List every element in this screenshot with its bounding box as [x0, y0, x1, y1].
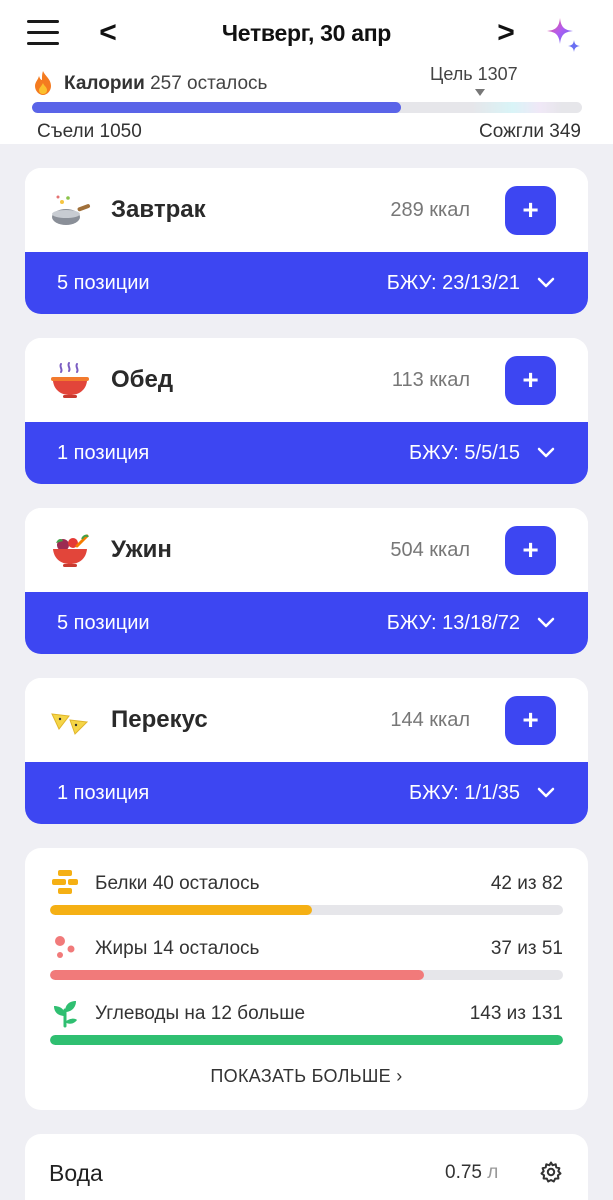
meal-header[interactable]: Обед 113 ккал + [25, 338, 588, 422]
macros-card: Белки 40 осталось 42 из 82 Жиры 14 остал… [25, 848, 588, 1110]
meal-kcal: 289 ккал [390, 199, 470, 221]
chevron-down-icon[interactable] [537, 614, 555, 632]
add-snack-button[interactable]: + [505, 696, 556, 745]
calories-remaining: Калории 257 осталось [64, 73, 267, 95]
sparkle-ai-icon[interactable] [543, 14, 583, 54]
previous-day-icon[interactable]: < [94, 18, 122, 48]
sprout-icon [50, 998, 80, 1028]
meal-card-dinner: Ужин 504 ккал + 5 позиции БЖУ: 13/18/72 [25, 508, 588, 654]
macro-progress-fill [50, 1035, 563, 1045]
flame-icon [32, 70, 54, 96]
meal-name: Перекус [111, 706, 208, 733]
meal-summary-bar[interactable]: 1 позиция БЖУ: 1/1/35 [25, 762, 588, 824]
meal-items-count: 1 позиция [57, 782, 150, 804]
goal-marker-icon [475, 89, 485, 96]
meal-name: Ужин [111, 536, 172, 563]
eaten-calories: Съели 1050 [37, 121, 142, 142]
meal-kcal: 113 ккал [391, 369, 470, 391]
meal-summary-bar[interactable]: 5 позиции БЖУ: 23/13/21 [25, 252, 588, 314]
meal-header[interactable]: Ужин 504 ккал + [25, 508, 588, 592]
macro-progress-fill [50, 905, 312, 915]
calories-remaining-value: 257 осталось [150, 73, 268, 94]
meal-card-snack: Перекус 144 ккал + 1 позиция БЖУ: 1/1/35 [25, 678, 588, 824]
macro-name: Углеводы на 12 больше [95, 1003, 306, 1024]
protein-icon [50, 868, 80, 898]
macro-name: Белки 40 осталось [95, 873, 260, 894]
meal-kcal: 504 ккал [390, 539, 470, 561]
meal-header[interactable]: Завтрак 289 ккал + [25, 168, 588, 252]
meal-macros: БЖУ: 13/18/72 [386, 612, 520, 634]
calorie-progress-fill [32, 102, 401, 113]
water-unit: л [487, 1162, 499, 1183]
chevron-down-icon[interactable] [537, 444, 555, 462]
meal-items-count: 1 позиция [57, 442, 150, 464]
meal-items-count: 5 позиции [57, 272, 150, 294]
water-value: 0.75 [445, 1162, 482, 1183]
meal-items-count: 5 позиции [57, 612, 150, 634]
meal-card-lunch: Обед 113 ккал + 1 позиция БЖУ: 5/5/15 [25, 338, 588, 484]
nachos-icon [49, 700, 91, 742]
wok-icon [49, 190, 91, 232]
calorie-goal: Цель 1307 [430, 64, 518, 84]
meal-macros: БЖУ: 1/1/35 [408, 782, 520, 804]
meal-summary-bar[interactable]: 1 позиция БЖУ: 5/5/15 [25, 422, 588, 484]
meal-header[interactable]: Перекус 144 ккал + [25, 678, 588, 762]
meal-kcal: 144 ккал [390, 709, 470, 731]
add-breakfast-button[interactable]: + [505, 186, 556, 235]
calorie-bar-glow [472, 102, 562, 113]
water-card[interactable]: Вода 0.75 л [25, 1134, 588, 1200]
macro-progress-fill [50, 970, 425, 980]
day-header: < Четверг, 30 апр > Калории 257 осталось… [0, 0, 613, 144]
water-title: Вода [49, 1160, 103, 1186]
meal-macros: БЖУ: 5/5/15 [408, 442, 520, 464]
show-more-button[interactable]: ПОКАЗАТЬ БОЛЬШЕ › [25, 1066, 588, 1087]
chevron-down-icon[interactable] [537, 784, 555, 802]
meal-card-breakfast: Завтрак 289 ккал + 5 позиции БЖУ: 23/13/… [25, 168, 588, 314]
macro-progress-bar [50, 970, 563, 980]
menu-icon[interactable] [27, 18, 59, 48]
macro-value: 143 из 131 [469, 1003, 563, 1024]
chevron-down-icon[interactable] [537, 274, 555, 292]
top-bar: < Четверг, 30 апр > [0, 0, 613, 66]
salad-bowl-icon [49, 530, 91, 572]
meal-name: Обед [111, 366, 174, 393]
calorie-progress-bar [32, 102, 582, 113]
add-dinner-button[interactable]: + [505, 526, 556, 575]
macro-value: 37 из 51 [490, 938, 563, 959]
meal-summary-bar[interactable]: 5 позиции БЖУ: 13/18/72 [25, 592, 588, 654]
soup-bowl-icon [49, 360, 91, 402]
calories-label: Калории [64, 73, 145, 94]
meal-name: Завтрак [111, 196, 206, 223]
macro-value: 42 из 82 [490, 873, 563, 894]
meal-macros: БЖУ: 23/13/21 [386, 272, 520, 294]
macro-progress-bar [50, 1035, 563, 1045]
add-lunch-button[interactable]: + [505, 356, 556, 405]
macro-name: Жиры 14 осталось [95, 938, 260, 959]
burned-calories: Сожгли 349 [479, 121, 581, 142]
fat-icon [50, 933, 80, 963]
gear-icon[interactable] [539, 1160, 563, 1184]
macro-progress-bar [50, 905, 563, 915]
next-day-icon[interactable]: > [492, 18, 520, 48]
date-title[interactable]: Четверг, 30 апр [160, 18, 453, 48]
water-amount: 0.75 л [445, 1162, 498, 1184]
